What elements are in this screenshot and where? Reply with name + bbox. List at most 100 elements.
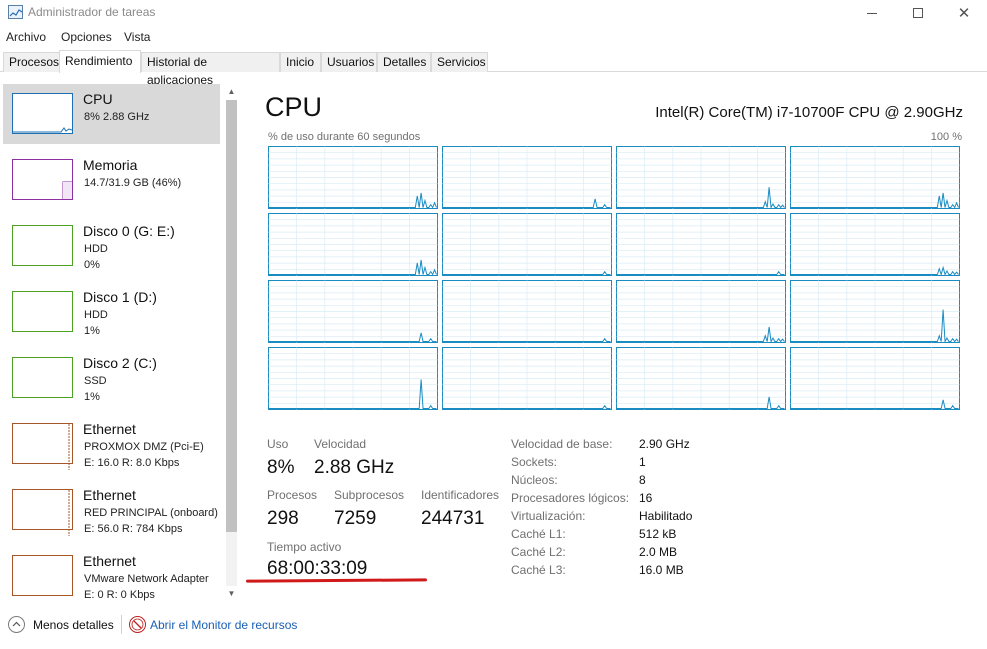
sidebar-item-disco-0[interactable]: Disco 0 (G: E:) HDD 0%	[3, 216, 220, 276]
resource-monitor-icon[interactable]	[129, 616, 146, 633]
sidebar-item-throughput: E: 16.0 R: 8.0 Kbps	[84, 457, 180, 469]
sidebar-item-usage: 1%	[84, 391, 100, 403]
footer-bar: Menos detalles Abrir el Monitor de recur…	[0, 606, 987, 649]
disk-thumbnail-graph	[12, 357, 73, 398]
tiempo-activo-value: 68:00:33:09	[267, 558, 368, 579]
uso-label: Uso	[267, 437, 289, 451]
info-label: Procesadores lógicos:	[511, 491, 630, 505]
core-graph	[442, 213, 612, 276]
sidebar-item-detail: HDD	[84, 243, 108, 255]
sidebar-item-title: Memoria	[83, 157, 138, 173]
scroll-down-icon[interactable]: ▼	[226, 588, 237, 600]
sidebar-item-usage: 0%	[84, 259, 100, 271]
resource-list: CPU 8% 2.88 GHz Memoria 14.7/31.9 GB (46…	[0, 84, 243, 602]
graph-axis-label: % de uso durante 60 segundos	[268, 131, 421, 143]
tiempo-activo-label: Tiempo activo	[267, 540, 342, 554]
red-underline-annotation	[245, 578, 428, 583]
minimize-button[interactable]	[849, 0, 895, 26]
info-label: Caché L1:	[511, 527, 566, 541]
sidebar-item-detail: HDD	[84, 309, 108, 321]
subprocesos-value: 7259	[334, 508, 377, 529]
graph-axis-max: 100 %	[930, 131, 962, 143]
menos-detalles-link[interactable]: Menos detalles	[33, 618, 114, 632]
disk-thumbnail-graph	[12, 291, 73, 332]
tab-procesos[interactable]: Procesos	[3, 52, 60, 72]
sidebar-item-usage: 1%	[84, 325, 100, 337]
network-thumbnail-graph	[12, 423, 73, 470]
logical-processor-graphs	[268, 146, 960, 410]
procesos-label: Procesos	[267, 488, 318, 502]
scroll-up-icon[interactable]: ▲	[226, 86, 237, 98]
info-value: 16	[639, 491, 653, 505]
abrir-monitor-recursos-link[interactable]: Abrir el Monitor de recursos	[150, 618, 297, 632]
info-value: 512 kB	[639, 527, 677, 541]
velocidad-value: 2.88 GHz	[314, 457, 395, 478]
menu-opciones[interactable]: Opciones	[61, 30, 112, 44]
network-thumbnail-graph	[12, 489, 73, 536]
core-graph	[790, 280, 960, 344]
uso-value: 8%	[267, 457, 295, 478]
scroll-thumb[interactable]	[226, 100, 237, 532]
memory-thumbnail-graph	[12, 159, 73, 200]
subprocesos-label: Subprocesos	[334, 488, 405, 502]
sidebar-item-title: Ethernet	[83, 487, 136, 503]
chevron-up-icon[interactable]	[8, 616, 25, 633]
info-label: Virtualización:	[511, 509, 586, 523]
sidebar-item-memoria[interactable]: Memoria 14.7/31.9 GB (46%)	[3, 150, 220, 210]
close-icon: ✕	[957, 5, 971, 22]
sidebar-item-title: Disco 2 (C:)	[83, 355, 157, 371]
info-label: Caché L3:	[511, 563, 566, 577]
tab-inicio[interactable]: Inicio	[280, 52, 321, 72]
info-label: Núcleos:	[511, 473, 558, 487]
tab-strip: Procesos Rendimiento Historial de aplica…	[0, 50, 987, 87]
sidebar-item-disco-2[interactable]: Disco 2 (C:) SSD 1%	[3, 348, 220, 408]
disk-thumbnail-graph	[12, 225, 73, 266]
sidebar-item-ethernet-proxmox[interactable]: Ethernet PROXMOX DMZ (Pci-E) E: 16.0 R: …	[3, 414, 220, 474]
tab-historial[interactable]: Historial de aplicaciones	[141, 52, 280, 87]
procesos-value: 298	[267, 508, 299, 529]
identificadores-label: Identificadores	[421, 488, 500, 502]
info-value: 8	[639, 473, 646, 487]
info-value: Habilitado	[639, 509, 693, 523]
sidebar-item-throughput: E: 56.0 R: 784 Kbps	[84, 523, 183, 535]
sidebar-scrollbar[interactable]: ▲ ▼	[224, 84, 239, 602]
core-graph	[268, 213, 438, 276]
info-label: Caché L2:	[511, 545, 566, 559]
core-graph	[268, 347, 438, 410]
core-graph	[442, 146, 612, 209]
window-title: Administrador de tareas	[28, 5, 156, 19]
core-graph	[268, 280, 438, 343]
core-graph	[268, 146, 438, 209]
sidebar-item-ethernet-principal[interactable]: Ethernet RED PRINCIPAL (onboard) E: 56.0…	[3, 480, 220, 540]
sidebar-item-detail: SSD	[84, 375, 107, 387]
core-graph	[616, 347, 786, 410]
info-label: Velocidad de base:	[511, 437, 613, 451]
core-graph	[616, 146, 786, 210]
minimize-icon	[867, 12, 877, 14]
maximize-button[interactable]	[895, 0, 941, 26]
sidebar-item-cpu[interactable]: CPU 8% 2.88 GHz	[3, 84, 220, 144]
menu-vista[interactable]: Vista	[124, 30, 150, 44]
tab-detalles[interactable]: Detalles	[377, 52, 431, 72]
sidebar-item-disco-1[interactable]: Disco 1 (D:) HDD 1%	[3, 282, 220, 342]
close-button[interactable]: ✕	[941, 0, 987, 26]
core-graph	[442, 280, 612, 343]
core-graph	[616, 213, 786, 276]
core-graph	[790, 146, 960, 209]
info-value: 2.90 GHz	[639, 437, 690, 451]
core-graph	[790, 213, 960, 277]
title-bar: Administrador de tareas ✕	[0, 0, 987, 26]
info-label: Sockets:	[511, 455, 558, 469]
sidebar-item-detail: RED PRINCIPAL (onboard)	[84, 507, 218, 519]
sidebar-item-detail: 8% 2.88 GHz	[84, 111, 150, 123]
sidebar-item-title: Ethernet	[83, 553, 136, 569]
page-title: CPU	[265, 92, 323, 122]
sidebar-item-ethernet-vmware[interactable]: Ethernet VMware Network Adapter E: 0 R: …	[3, 546, 220, 602]
tab-rendimiento[interactable]: Rendimiento	[59, 50, 141, 73]
tab-servicios[interactable]: Servicios	[431, 52, 488, 72]
info-value: 1	[639, 455, 646, 469]
sidebar-item-detail: 14.7/31.9 GB (46%)	[84, 177, 182, 189]
footer-divider	[121, 615, 122, 634]
tab-usuarios[interactable]: Usuarios	[321, 52, 377, 72]
menu-archivo[interactable]: Archivo	[6, 30, 46, 44]
